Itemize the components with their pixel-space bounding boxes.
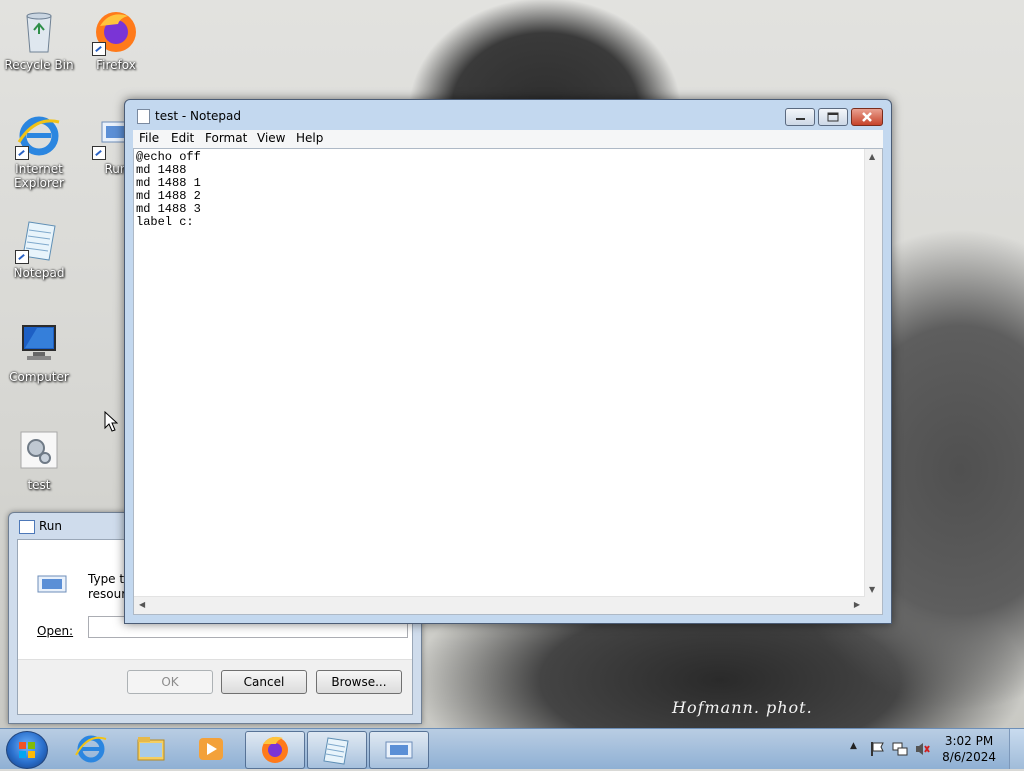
minimize-button[interactable] [785, 108, 815, 126]
network-icon[interactable] [892, 741, 908, 757]
windows-logo-icon [19, 742, 35, 758]
notepad-icon [15, 216, 63, 264]
recycle-bin-icon [15, 8, 63, 56]
scroll-right-arrow-icon[interactable]: ▶ [854, 600, 860, 609]
run-dialog-footer: OK Cancel Browse... [18, 659, 412, 714]
desktop-icon-notepad[interactable]: Notepad [1, 216, 77, 280]
taskbar-firefox[interactable] [245, 731, 305, 769]
maximize-button[interactable] [818, 108, 848, 126]
desktop-icon-recycle-bin[interactable]: Recycle Bin [1, 8, 77, 72]
vertical-scrollbar[interactable]: ▲ ▼ [864, 149, 882, 597]
firefox-icon [92, 8, 140, 56]
run-icon [385, 741, 413, 759]
maximize-icon [827, 112, 839, 122]
cancel-button[interactable]: Cancel [221, 670, 307, 694]
volume-muted-icon[interactable] [914, 741, 930, 757]
notepad-icon [137, 109, 150, 124]
notepad-titlebar[interactable]: test - Notepad [125, 100, 891, 130]
desktop-icon-label: test [27, 478, 51, 492]
text-editor[interactable]: @echo off md 1488 md 1488 1 md 1488 2 md… [133, 148, 883, 615]
batch-file-icon [15, 428, 63, 476]
desktop-icon-firefox[interactable]: Firefox [78, 8, 154, 72]
run-icon [37, 575, 67, 593]
taskbar-file-explorer[interactable] [122, 731, 180, 767]
system-tray: ▲ 3:02 PM 8/6/2024 [834, 729, 1024, 769]
menubar: File Edit Format View Help [133, 130, 883, 148]
horizontal-scrollbar[interactable]: ◀ ▶ [134, 596, 865, 614]
run-dialog-title: Run [39, 519, 63, 533]
close-button[interactable] [851, 108, 883, 126]
folder-icon [137, 737, 165, 761]
desktop-icon-label: Notepad [13, 266, 65, 280]
run-icon [19, 520, 35, 534]
show-desktop-button[interactable] [1009, 729, 1024, 769]
minimize-icon [796, 118, 805, 120]
open-label: Open: [37, 624, 74, 638]
desktop-icon-internet-explorer[interactable]: Internet Explorer [1, 112, 77, 190]
desktop-icon-label: Recycle Bin [4, 58, 74, 72]
clock-date: 8/6/2024 [942, 750, 996, 764]
desktop-icon-computer[interactable]: Computer [1, 320, 77, 384]
close-icon [862, 112, 872, 122]
menu-help[interactable]: Help [296, 131, 323, 145]
editor-content[interactable]: @echo off md 1488 md 1488 1 md 1488 2 md… [136, 151, 201, 229]
scroll-left-arrow-icon[interactable]: ◀ [139, 600, 145, 609]
taskbar-media-player[interactable] [182, 731, 240, 767]
notepad-icon [323, 737, 349, 765]
internet-explorer-icon [75, 735, 107, 763]
desktop-icon-label: Computer [9, 370, 69, 384]
show-hidden-icons-chevron[interactable]: ▲ [850, 741, 857, 751]
start-button[interactable] [6, 731, 48, 769]
desktop-icon-label: Internet Explorer [14, 162, 64, 190]
menu-edit[interactable]: Edit [171, 131, 194, 145]
scroll-down-arrow-icon[interactable]: ▼ [869, 585, 875, 594]
clock-time: 3:02 PM [944, 734, 994, 748]
clock[interactable]: 3:02 PM 8/6/2024 [942, 733, 996, 765]
desktop-icon-test[interactable]: test [1, 428, 77, 492]
action-center-flag-icon[interactable] [870, 741, 884, 757]
menu-format[interactable]: Format [205, 131, 247, 145]
internet-explorer-icon [15, 112, 63, 160]
media-player-icon [199, 738, 223, 760]
firefox-icon [262, 736, 288, 763]
browse-button[interactable]: Browse... [316, 670, 402, 694]
computer-icon [15, 320, 63, 368]
taskbar-internet-explorer[interactable] [62, 731, 120, 767]
taskbar-notepad[interactable] [307, 731, 367, 769]
wallpaper-caption: Hofmann. phot. [672, 698, 813, 717]
resize-grip[interactable] [865, 597, 882, 614]
notepad-window[interactable]: test - Notepad File Edit Format View Hel… [124, 99, 892, 624]
notepad-title: test - Notepad [155, 109, 241, 123]
menu-view[interactable]: View [257, 131, 285, 145]
scroll-up-arrow-icon[interactable]: ▲ [869, 152, 875, 161]
taskbar-run[interactable] [369, 731, 429, 769]
desktop-icon-label: Firefox [96, 58, 136, 72]
mouse-cursor-icon [104, 411, 118, 432]
ok-button[interactable]: OK [127, 670, 213, 694]
menu-file[interactable]: File [139, 131, 159, 145]
taskbar: ▲ 3:02 PM 8/6/2024 [0, 728, 1024, 769]
